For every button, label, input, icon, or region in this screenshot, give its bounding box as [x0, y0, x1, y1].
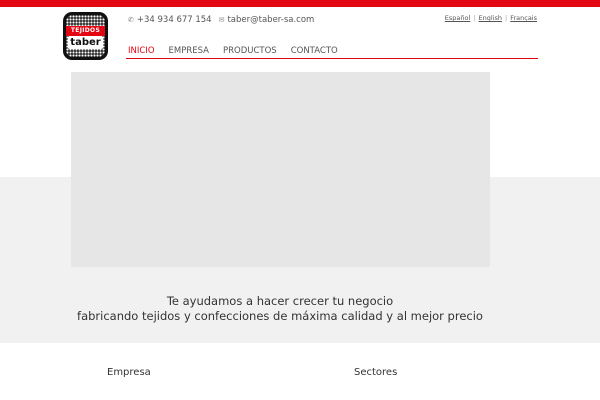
- tagline-line-2: fabricando tejidos y confecciones de máx…: [77, 309, 483, 323]
- phone-number: +34 934 677 154: [136, 15, 212, 25]
- language-switcher: Español | English | Français: [445, 14, 537, 22]
- mail-icon: ✉: [218, 16, 225, 24]
- lang-es-link[interactable]: Español: [445, 14, 471, 22]
- nav-item-productos[interactable]: PRODUCTOS: [223, 46, 277, 56]
- logo-pattern: TEJIDOS taber: [66, 15, 105, 57]
- email-item[interactable]: ✉ taber@taber-sa.com: [219, 15, 315, 25]
- hero-image-placeholder: [71, 72, 490, 267]
- logo[interactable]: TEJIDOS taber: [63, 12, 108, 60]
- top-accent-bar: [0, 0, 600, 7]
- contact-info: ✆ +34 934 677 154 ✉ taber@taber-sa.com: [128, 15, 314, 25]
- footer-heading-empresa: Empresa: [107, 367, 151, 378]
- lang-separator: |: [505, 14, 508, 22]
- logo-band-text: TEJIDOS: [66, 26, 105, 36]
- logo-word: taber: [68, 36, 103, 49]
- main-nav: INICIO EMPRESA PRODUCTOS CONTACTO: [128, 46, 338, 56]
- nav-underline: [126, 58, 538, 59]
- tagline: Te ayudamos a hacer crecer tu negocio fa…: [0, 294, 560, 324]
- lang-separator: |: [473, 14, 476, 22]
- tagline-line-1: Te ayudamos a hacer crecer tu negocio: [166, 294, 394, 308]
- phone-icon: ✆: [128, 16, 134, 24]
- footer-heading-sectores: Sectores: [354, 367, 398, 378]
- lang-fr-link[interactable]: Français: [510, 14, 537, 22]
- email-address[interactable]: taber@taber-sa.com: [227, 15, 314, 25]
- nav-item-empresa[interactable]: EMPRESA: [169, 46, 209, 56]
- nav-item-contacto[interactable]: CONTACTO: [291, 46, 338, 56]
- phone-item: ✆ +34 934 677 154: [128, 15, 212, 25]
- lang-en-link[interactable]: English: [479, 14, 502, 22]
- nav-item-inicio[interactable]: INICIO: [128, 46, 155, 56]
